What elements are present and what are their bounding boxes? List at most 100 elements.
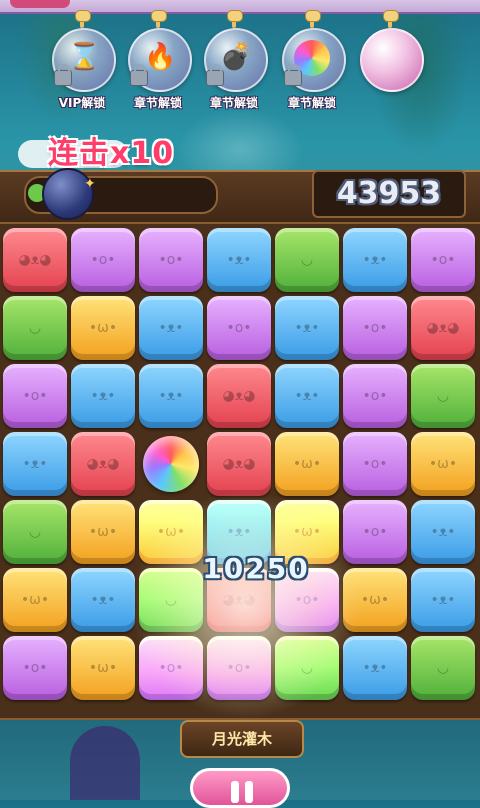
tile-purple[interactable]: •o• [343, 364, 407, 428]
tile-green[interactable]: ◡ [3, 500, 67, 564]
tile-face-icon: •o• [22, 388, 48, 404]
tile-red[interactable]: ◕ᴥ◕ [411, 296, 475, 360]
powerup-label: 章节解锁 [133, 96, 182, 110]
tile-face-icon: •o• [22, 660, 48, 676]
tile-yellow[interactable]: •ω• [343, 568, 407, 632]
tile-purple[interactable]: •o• [71, 228, 135, 292]
tile-blue[interactable]: •ᴥ• [3, 432, 67, 496]
tile-yellow[interactable]: •ω• [411, 432, 475, 496]
tile-face-icon: ◕ᴥ◕ [18, 252, 52, 268]
tile-face-icon: ◕ᴥ◕ [222, 388, 256, 404]
combo-counter: 连击x10 [48, 136, 175, 171]
tile-face-icon: •ᴥ• [158, 388, 184, 404]
tile-face-icon: ◡ [436, 388, 450, 404]
tile-face-icon: •ω• [428, 456, 458, 472]
tile-green[interactable]: ◡ [275, 228, 339, 292]
lock-icon [130, 64, 148, 86]
lock-icon [206, 64, 224, 86]
tile-yellow[interactable]: •ω• [71, 500, 135, 564]
powerup-bomb[interactable]: 💣 章节解锁 [198, 6, 270, 116]
knot [383, 10, 399, 22]
tile-rainbow[interactable] [139, 432, 203, 496]
tile-face-icon: •o• [362, 524, 388, 540]
tile-purple[interactable]: •o• [343, 296, 407, 360]
tile-blue[interactable]: •ᴥ• [275, 364, 339, 428]
tile-blue[interactable]: •ᴥ• [411, 568, 475, 632]
tile-face-icon: •ω• [20, 592, 50, 608]
empty-bubble-icon [360, 28, 424, 92]
tile-blue[interactable]: •ᴥ• [139, 364, 203, 428]
knot [305, 10, 321, 22]
tile-face-icon: •o• [158, 660, 184, 676]
tile-face-icon: •ᴥ• [362, 660, 388, 676]
tile-face-icon: •o• [90, 252, 116, 268]
tile-face-icon: •ω• [88, 660, 118, 676]
tile-face-icon: •o• [362, 320, 388, 336]
tile-face-icon: •ᴥ• [430, 592, 456, 608]
tile-blue[interactable]: •ᴥ• [343, 228, 407, 292]
tile-blue[interactable]: •ᴥ• [139, 296, 203, 360]
powerup-fire[interactable]: 🔥 章节解锁 [122, 6, 194, 116]
powerup-label: 章节解锁 [209, 96, 258, 110]
tile-red[interactable]: ◕ᴥ◕ [207, 432, 271, 496]
tile-face-icon: •o• [362, 388, 388, 404]
knot [227, 10, 243, 22]
fire-icon: 🔥 [144, 42, 177, 72]
tile-red[interactable]: ◕ᴥ◕ [207, 364, 271, 428]
tile-purple[interactable]: •o• [207, 636, 271, 700]
tile-purple[interactable]: •o• [343, 500, 407, 564]
tile-face-icon: ◡ [436, 660, 450, 676]
tile-yellow[interactable]: •ω• [71, 636, 135, 700]
tile-blue[interactable]: •ᴥ• [411, 500, 475, 564]
powerup-label: 章节解锁 [287, 96, 336, 110]
powerup-vip[interactable]: ⌛ VIP解锁 [46, 6, 118, 116]
spark-icon: ✦ [84, 176, 96, 192]
tile-yellow[interactable]: •ω• [71, 296, 135, 360]
tile-green[interactable]: ◡ [275, 636, 339, 700]
tile-purple[interactable]: •o• [343, 432, 407, 496]
tile-face-icon: •o• [226, 320, 252, 336]
tile-face-icon: ◡ [300, 660, 314, 676]
rainbow-ball-icon [143, 436, 199, 492]
powerup-label: VIP解锁 [58, 96, 106, 110]
tile-purple[interactable]: •o• [411, 228, 475, 292]
tile-face-icon: •ᴥ• [294, 320, 320, 336]
tile-face-icon: •ᴥ• [430, 524, 456, 540]
tile-face-icon: ◕ᴥ◕ [426, 320, 460, 336]
tile-red[interactable]: ◕ᴥ◕ [3, 228, 67, 292]
tile-green[interactable]: ◡ [3, 296, 67, 360]
tile-purple[interactable]: •o• [3, 364, 67, 428]
tile-face-icon: •ᴥ• [226, 252, 252, 268]
tile-face-icon: •ᴥ• [90, 592, 116, 608]
tile-face-icon: •o• [362, 456, 388, 472]
lock-icon [54, 64, 72, 86]
tile-blue[interactable]: •ᴥ• [275, 296, 339, 360]
tile-face-icon: •ω• [360, 592, 390, 608]
tile-red[interactable]: ◕ᴥ◕ [71, 432, 135, 496]
tile-yellow[interactable]: •ω• [275, 432, 339, 496]
tile-blue[interactable]: •ᴥ• [207, 228, 271, 292]
tile-blue[interactable]: •ᴥ• [71, 364, 135, 428]
tile-green[interactable]: ◡ [411, 364, 475, 428]
tile-face-icon: •o• [430, 252, 456, 268]
powerup-rainbow[interactable]: 章节解锁 [276, 6, 348, 116]
tile-face-icon: ◕ᴥ◕ [86, 456, 120, 472]
tile-green[interactable]: ◡ [411, 636, 475, 700]
tile-purple[interactable]: •o• [139, 636, 203, 700]
tile-face-icon: •ω• [88, 320, 118, 336]
tile-yellow[interactable]: •ω• [3, 568, 67, 632]
tile-purple[interactable]: •o• [3, 636, 67, 700]
tile-face-icon: ◡ [28, 524, 42, 540]
tile-purple[interactable]: •o• [139, 228, 203, 292]
tile-blue[interactable]: •ᴥ• [343, 636, 407, 700]
powerup-empty[interactable] [354, 6, 426, 116]
tile-blue[interactable]: •ᴥ• [71, 568, 135, 632]
pause-button[interactable] [190, 768, 290, 808]
tile-face-icon: ◡ [300, 252, 314, 268]
tile-face-icon: •o• [158, 252, 184, 268]
knot [75, 10, 91, 22]
score-display: 43953 [312, 170, 466, 218]
tile-face-icon: •ᴥ• [90, 388, 116, 404]
tile-face-icon: •ᴥ• [158, 320, 184, 336]
tile-purple[interactable]: •o• [207, 296, 271, 360]
